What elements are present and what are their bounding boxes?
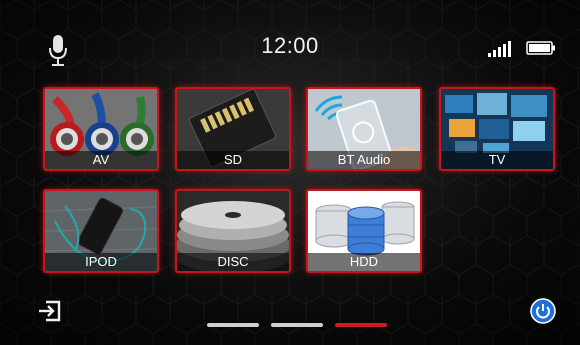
tile-disc[interactable]: DISC	[175, 189, 291, 273]
clock-time: 12:00	[261, 33, 319, 58]
microphone-icon[interactable]	[47, 34, 69, 68]
tile-sd[interactable]: SD	[175, 87, 291, 171]
tile-hdd[interactable]: HDD	[306, 189, 422, 273]
tile-tv-label: TV	[441, 151, 553, 169]
tile-bt-audio-label: BT Audio	[308, 151, 420, 169]
power-icon[interactable]	[530, 298, 556, 324]
page-indicator-2[interactable]	[271, 323, 323, 327]
tile-ipod-label: IPOD	[45, 253, 157, 271]
tile-sd-label: SD	[177, 151, 289, 169]
battery-icon	[526, 41, 555, 55]
tile-hdd-label: HDD	[308, 253, 420, 271]
page-indicator-1[interactable]	[207, 323, 259, 327]
signal-strength-icon	[488, 41, 511, 57]
tile-bt-audio[interactable]: BT Audio	[306, 87, 422, 171]
tile-av-label: AV	[45, 151, 157, 169]
tile-ipod[interactable]: IPOD	[43, 189, 159, 273]
tile-tv[interactable]: TV	[439, 87, 555, 171]
page-indicator-3-active[interactable]	[335, 323, 387, 327]
tile-av[interactable]: AV	[43, 87, 159, 171]
tile-disc-label: DISC	[177, 253, 289, 271]
status-bar: 12:00	[0, 0, 580, 80]
exit-icon[interactable]	[37, 298, 63, 324]
head-unit-screen: 12:00 AV SD BT Audio TV IPOD DISC HDD	[0, 0, 580, 345]
